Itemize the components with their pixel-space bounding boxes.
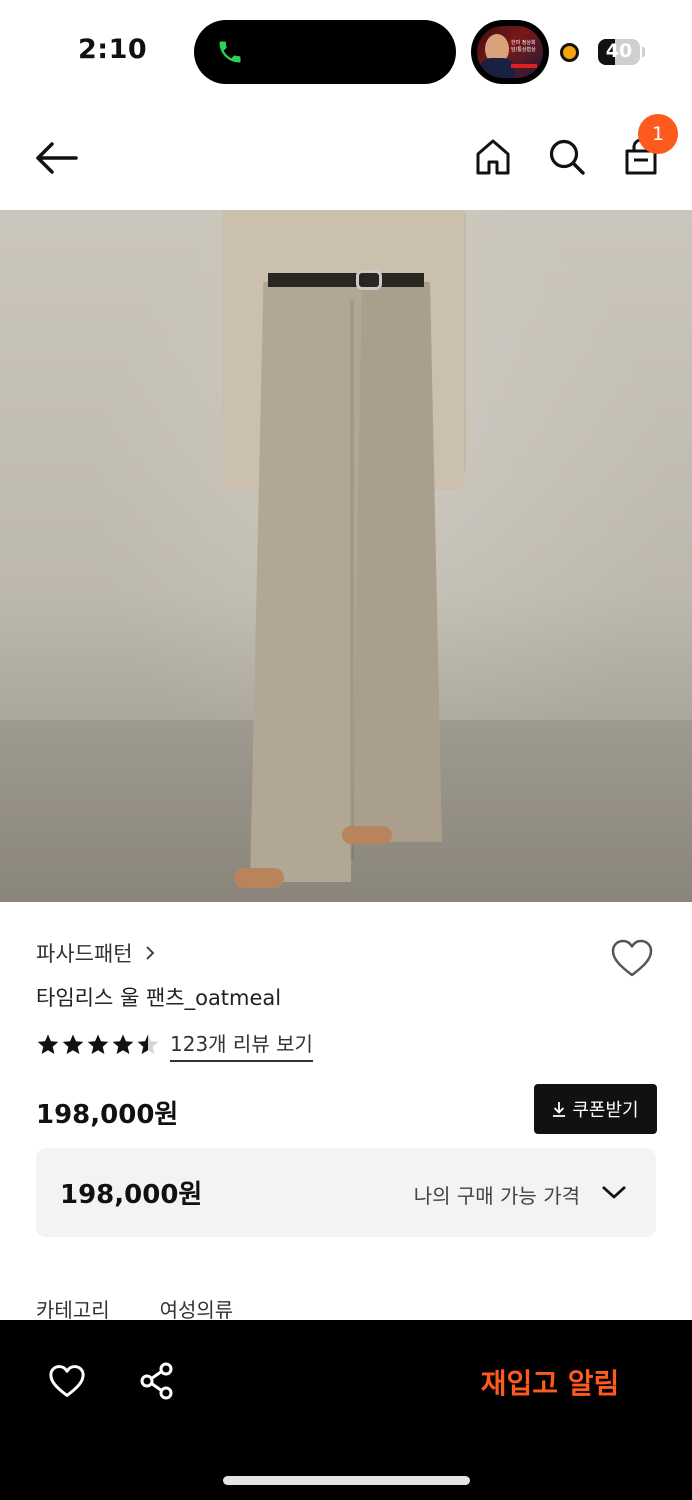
restock-alert-button[interactable]: 재입고 알림	[452, 1358, 648, 1406]
top-nav	[0, 104, 692, 210]
heart-outline-icon	[611, 939, 653, 977]
star-icon	[62, 1034, 84, 1054]
my-price-amount: 198,000원	[60, 1180, 203, 1210]
phone-icon	[219, 41, 241, 63]
search-icon	[549, 139, 585, 175]
battery-icon: 40	[598, 39, 640, 65]
live-headline: 한미 정상회담/통상협상	[511, 40, 536, 53]
live-activity[interactable]: 한미 정상회담/통상협상	[471, 20, 549, 84]
cart-count-badge: 1	[638, 114, 678, 154]
product-price: 198,000원	[36, 1100, 179, 1130]
bottom-wishlist-button[interactable]	[44, 1358, 90, 1404]
star-icon	[37, 1034, 59, 1054]
heart-outline-icon	[49, 1365, 85, 1397]
share-button[interactable]	[134, 1358, 180, 1404]
rating-row: 123개 리뷰 보기	[36, 1028, 313, 1062]
battery-cap	[642, 47, 645, 57]
my-price-label: 나의 구매 가능 가격	[413, 1184, 580, 1208]
product-image[interactable]	[0, 210, 692, 902]
brand-name: 파사드패턴	[36, 942, 133, 966]
home-button[interactable]	[470, 132, 516, 182]
download-icon	[553, 1102, 566, 1117]
home-icon	[476, 139, 510, 175]
my-price-panel[interactable]: 198,000원 나의 구매 가능 가격	[36, 1148, 656, 1237]
share-icon	[140, 1362, 173, 1400]
wishlist-button[interactable]	[606, 934, 658, 982]
star-icon	[87, 1034, 109, 1054]
coupon-button[interactable]: 쿠폰받기	[534, 1084, 657, 1134]
coupon-button-label: 쿠폰받기	[572, 1100, 639, 1121]
bottom-action-bar: 재입고 알림	[0, 1320, 692, 1500]
star-icon	[112, 1034, 134, 1054]
product-name: 타임리스 울 팬츠_oatmeal	[36, 986, 282, 1010]
brand-link[interactable]: 파사드패턴	[36, 938, 157, 968]
chevron-down-icon	[602, 1185, 626, 1199]
arrow-left-icon	[36, 142, 78, 174]
back-button[interactable]	[30, 134, 82, 182]
live-thumbnail: 한미 정상회담/통상협상	[477, 26, 543, 78]
status-time: 2:10	[78, 34, 148, 65]
home-indicator[interactable]	[223, 1476, 470, 1485]
star-rating	[36, 1033, 160, 1057]
search-button[interactable]	[544, 132, 590, 182]
star-icon	[137, 1034, 159, 1054]
dynamic-island-call[interactable]	[194, 20, 456, 84]
review-link[interactable]: 123개 리뷰 보기	[170, 1028, 313, 1062]
category-value[interactable]: 여성의류	[160, 1294, 234, 1320]
category-row: 카테고리 여성의류	[36, 1294, 233, 1320]
battery-level: 40	[605, 40, 633, 62]
recording-indicator-icon	[560, 43, 579, 62]
status-bar: 2:10 한미 정상회담/통상협상 40	[0, 0, 692, 104]
chevron-right-icon	[145, 946, 154, 960]
category-label: 카테고리	[36, 1298, 110, 1320]
